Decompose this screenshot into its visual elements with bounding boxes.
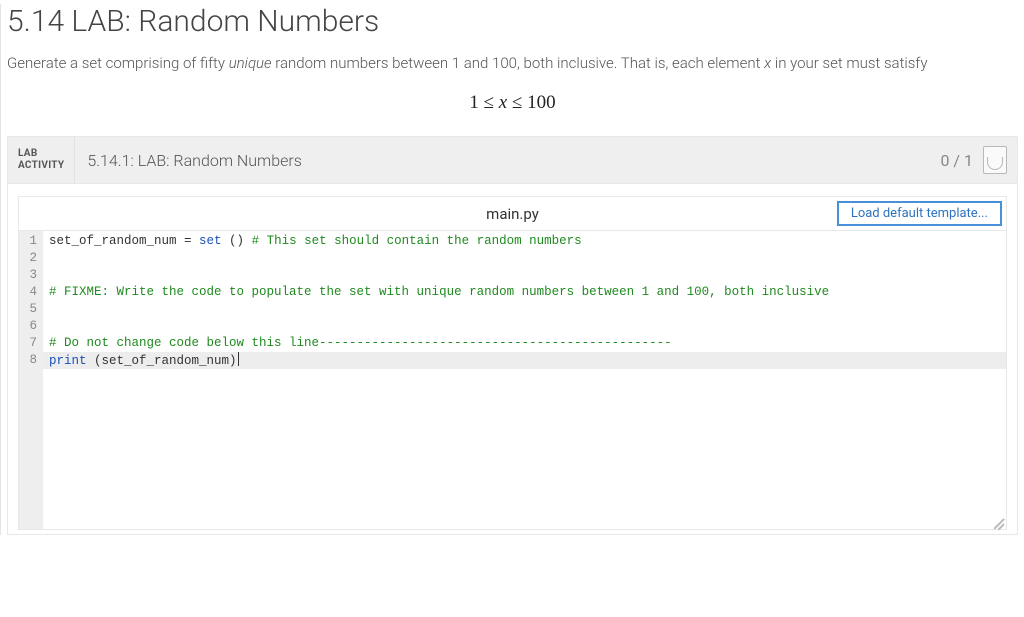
activity-bar: LAB ACTIVITY 5.14.1: LAB: Random Numbers… [7, 136, 1018, 184]
lab-activity-tag: LAB ACTIVITY [8, 137, 75, 183]
instructions-part-b: random numbers between 1 and 100, both i… [272, 54, 765, 72]
file-header: main.py Load default template... [19, 197, 1006, 231]
code-editor[interactable]: 12345678 set_of_random_num = set () # Th… [19, 231, 1006, 529]
code-line[interactable] [49, 250, 1000, 267]
line-number: 4 [25, 284, 37, 301]
pocket-icon [983, 146, 1007, 174]
activity-title: 5.14.1: LAB: Random Numbers [75, 137, 930, 183]
work-area: main.py Load default template... 1234567… [7, 184, 1018, 535]
line-number: 8 [25, 352, 37, 369]
code-line[interactable]: set_of_random_num = set () # This set sh… [49, 233, 1000, 250]
lab-tag-line2: ACTIVITY [18, 160, 64, 173]
code-line[interactable]: # FIXME: Write the code to populate the … [49, 284, 1000, 301]
text-cursor [238, 352, 239, 366]
code-line[interactable]: print (set_of_random_num) [49, 352, 1000, 369]
line-number: 5 [25, 301, 37, 318]
load-default-template-button[interactable]: Load default template... [837, 201, 1002, 226]
activity-score: 0 / 1 [930, 137, 983, 183]
math-constraint: 1 ≤ x ≤ 100 [1, 92, 1024, 114]
bookmark-button[interactable] [983, 137, 1017, 183]
page-title: 5.14 LAB: Random Numbers [7, 4, 1024, 39]
line-number: 6 [25, 318, 37, 335]
line-number: 7 [25, 335, 37, 352]
instructions-unique: unique [229, 54, 272, 72]
editor-block: main.py Load default template... 1234567… [18, 196, 1007, 530]
code-line[interactable] [49, 318, 1000, 335]
instructions-part-c: in your set must satisfy [771, 54, 927, 72]
code-line[interactable] [49, 301, 1000, 318]
code-line[interactable]: # Do not change code below this line----… [49, 335, 1000, 352]
code-line[interactable] [49, 267, 1000, 284]
resize-grip-icon[interactable] [991, 514, 1005, 528]
lab-tag-line1: LAB [18, 148, 64, 161]
code-content[interactable]: set_of_random_num = set () # This set sh… [43, 231, 1006, 529]
line-number: 3 [25, 267, 37, 284]
line-number: 1 [25, 233, 37, 250]
line-number: 2 [25, 250, 37, 267]
instructions-part-a: Generate a set comprising of fifty [7, 54, 229, 72]
instructions-text: Generate a set comprising of fifty uniqu… [7, 53, 1018, 74]
line-number-gutter: 12345678 [19, 231, 43, 529]
